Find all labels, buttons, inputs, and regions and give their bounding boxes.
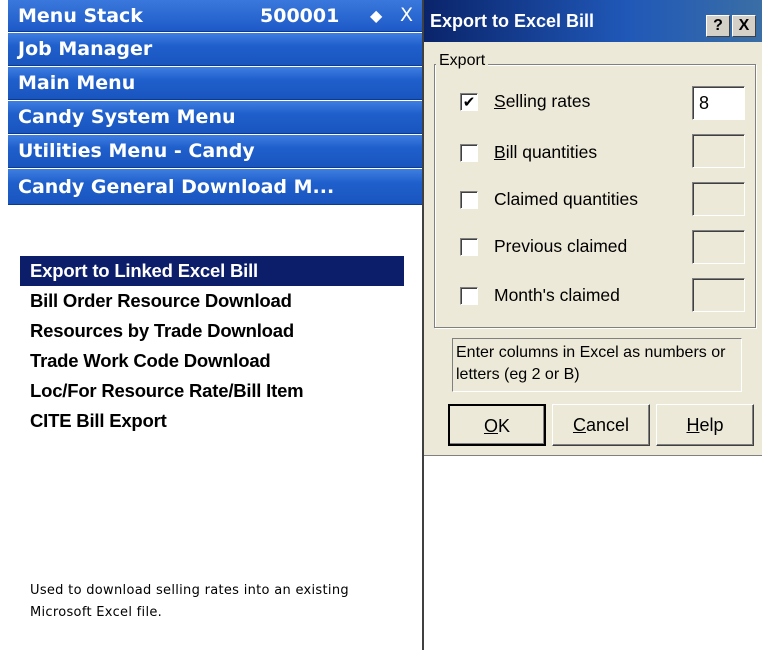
- background-area: [424, 455, 762, 650]
- previous-claimed-column-input[interactable]: [692, 230, 745, 264]
- months-claimed-checkbox[interactable]: [460, 287, 478, 305]
- previous-claimed-label[interactable]: Previous claimed: [494, 236, 627, 257]
- menu-item-cite-bill-export[interactable]: CITE Bill Export: [20, 406, 404, 436]
- menu-item-loc-for-resource-rate[interactable]: Loc/For Resource Rate/Bill Item: [20, 376, 404, 406]
- instructions-text: Enter columns in Excel as numbers or let…: [452, 338, 742, 392]
- stack-level-candy-system-menu[interactable]: Candy System Menu: [8, 101, 422, 134]
- menu-stack-panel: Menu Stack 500001 ◆ X Job Manager Main M…: [0, 0, 422, 650]
- menu-stack-close-icon[interactable]: X: [400, 0, 413, 31]
- menu-item-bill-order-resource-download[interactable]: Bill Order Resource Download: [20, 286, 404, 316]
- menu-item-export-linked-excel-bill[interactable]: Export to Linked Excel Bill: [20, 256, 404, 286]
- dialog-close-icon[interactable]: X: [732, 15, 756, 37]
- help-question-icon[interactable]: ?: [706, 15, 730, 37]
- claimed-quantities-label[interactable]: Claimed quantities: [494, 189, 638, 210]
- menu-item-trade-work-code-download[interactable]: Trade Work Code Download: [20, 346, 404, 376]
- stack-level-job-manager[interactable]: Job Manager: [8, 33, 422, 66]
- stack-level-utilities-menu[interactable]: Utilities Menu - Candy: [8, 135, 422, 168]
- export-group-label: Export: [436, 52, 489, 70]
- selling-rates-checkbox[interactable]: ✔: [460, 93, 478, 111]
- dialog-titlebar[interactable]: Export to Excel Bill ? X: [424, 0, 762, 42]
- menu-item-resources-by-trade-download[interactable]: Resources by Trade Download: [20, 316, 404, 346]
- dialog-title: Export to Excel Bill: [430, 11, 595, 31]
- bill-quantities-column-input[interactable]: [692, 134, 745, 168]
- ok-button[interactable]: OK: [448, 404, 546, 446]
- months-claimed-label[interactable]: Month's claimed: [494, 285, 620, 306]
- claimed-quantities-column-input[interactable]: [692, 182, 745, 216]
- export-excel-bill-dialog: Export to Excel Bill ? X Export ✔ Sellin…: [424, 0, 762, 455]
- menu-item-description: Used to download selling rates into an e…: [30, 583, 349, 620]
- menu-list: Export to Linked Excel Bill Bill Order R…: [20, 256, 404, 436]
- bill-quantities-checkbox[interactable]: [460, 144, 478, 162]
- back-arrow-icon[interactable]: ◆: [370, 0, 382, 31]
- help-button[interactable]: Help: [656, 404, 754, 446]
- bill-quantities-label[interactable]: Bill quantities: [494, 142, 597, 163]
- selling-rates-column-input[interactable]: [692, 86, 745, 120]
- stack-level-main-menu[interactable]: Main Menu: [8, 67, 422, 100]
- previous-claimed-checkbox[interactable]: [460, 238, 478, 256]
- months-claimed-column-input[interactable]: [692, 278, 745, 312]
- claimed-quantities-checkbox[interactable]: [460, 191, 478, 209]
- cancel-button[interactable]: Cancel: [552, 404, 650, 446]
- menu-stack-header: Menu Stack 500001 ◆ X: [8, 0, 422, 32]
- selling-rates-label[interactable]: Selling rates: [494, 91, 590, 112]
- stack-level-candy-general-download[interactable]: Candy General Download M...: [8, 169, 422, 205]
- menu-stack-title: Menu Stack: [18, 5, 143, 27]
- menu-stack-code: 500001: [260, 5, 340, 27]
